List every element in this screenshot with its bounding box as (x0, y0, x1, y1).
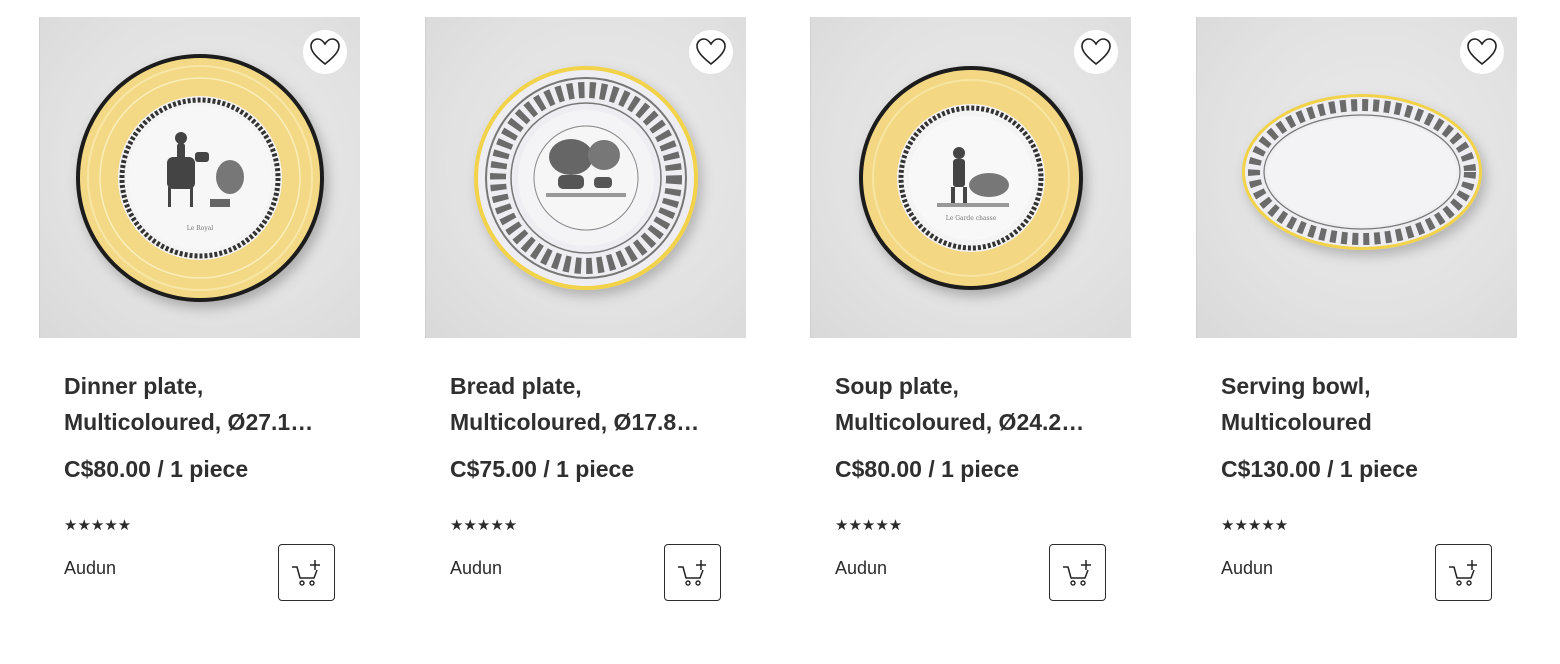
product-title-line1[interactable]: Serving bowl, (1221, 368, 1492, 404)
heart-icon (696, 38, 726, 66)
product-image[interactable] (425, 17, 746, 338)
rating-stars: ★★★★★ (1221, 517, 1289, 534)
product-title-line2[interactable]: Multicoloured (1221, 404, 1492, 440)
favorite-button[interactable] (689, 30, 733, 74)
product-title-line1[interactable]: Dinner plate, (64, 368, 335, 404)
product-card[interactable]: Le Royal Dinner plate, Multicoloured, Ø2… (39, 17, 360, 617)
product-title-line2[interactable]: Multicoloured, Ø24.2… (835, 404, 1106, 440)
brand-label: Audun (64, 558, 117, 578)
cart-plus-icon (1448, 559, 1477, 586)
cart-plus-icon (291, 559, 320, 586)
product-image[interactable] (1196, 17, 1517, 338)
rating-stars: ★★★★★ (835, 517, 903, 534)
product-title-line1[interactable]: Soup plate, (835, 368, 1106, 404)
product-card[interactable]: Serving bowl, Multicoloured C$130.00 / 1… (1196, 17, 1517, 617)
favorite-button[interactable] (1460, 30, 1504, 74)
svg-text:Le Royal: Le Royal (187, 225, 214, 232)
rating-stars: ★★★★★ (450, 517, 518, 534)
brand-label: Audun (835, 558, 888, 578)
add-to-cart-button[interactable] (1435, 544, 1492, 601)
favorite-button[interactable] (303, 30, 347, 74)
add-to-cart-button[interactable] (278, 544, 335, 601)
product-title[interactable]: Soup plate, Multicoloured, Ø24.2… (835, 368, 1106, 440)
cart-plus-icon (677, 559, 706, 586)
product-title-line2[interactable]: Multicoloured, Ø17.8… (450, 404, 721, 440)
product-price: C$130.00 / 1 piece (1221, 456, 1418, 482)
brand-label: Audun (450, 558, 503, 578)
product-grid: Le Royal Dinner plate, Multicoloured, Ø2… (0, 0, 1560, 664)
product-price: C$80.00 / 1 piece (64, 456, 249, 482)
product-price: C$75.00 / 1 piece (450, 456, 635, 482)
product-title-line2[interactable]: Multicoloured, Ø27.1… (64, 404, 335, 440)
heart-icon (310, 38, 340, 66)
product-image[interactable]: Le Garde chasse (810, 17, 1131, 338)
favorite-button[interactable] (1074, 30, 1118, 74)
heart-icon (1467, 38, 1497, 66)
brand-label: Audun (1221, 558, 1274, 578)
cart-plus-icon (1062, 559, 1091, 586)
product-title[interactable]: Dinner plate, Multicoloured, Ø27.1… (64, 368, 335, 440)
add-to-cart-button[interactable] (664, 544, 721, 601)
svg-text:Le Garde chasse: Le Garde chasse (946, 215, 997, 222)
heart-icon (1081, 38, 1111, 66)
product-price: C$80.00 / 1 piece (835, 456, 1020, 482)
product-image[interactable]: Le Royal (39, 17, 360, 338)
product-title-line1[interactable]: Bread plate, (450, 368, 721, 404)
product-card[interactable]: Bread plate, Multicoloured, Ø17.8… C$75.… (425, 17, 746, 617)
product-title[interactable]: Bread plate, Multicoloured, Ø17.8… (450, 368, 721, 440)
product-card[interactable]: Le Garde chasse Soup plate, Multicoloure… (810, 17, 1131, 617)
add-to-cart-button[interactable] (1049, 544, 1106, 601)
rating-stars: ★★★★★ (64, 517, 132, 534)
product-title[interactable]: Serving bowl, Multicoloured (1221, 368, 1492, 440)
